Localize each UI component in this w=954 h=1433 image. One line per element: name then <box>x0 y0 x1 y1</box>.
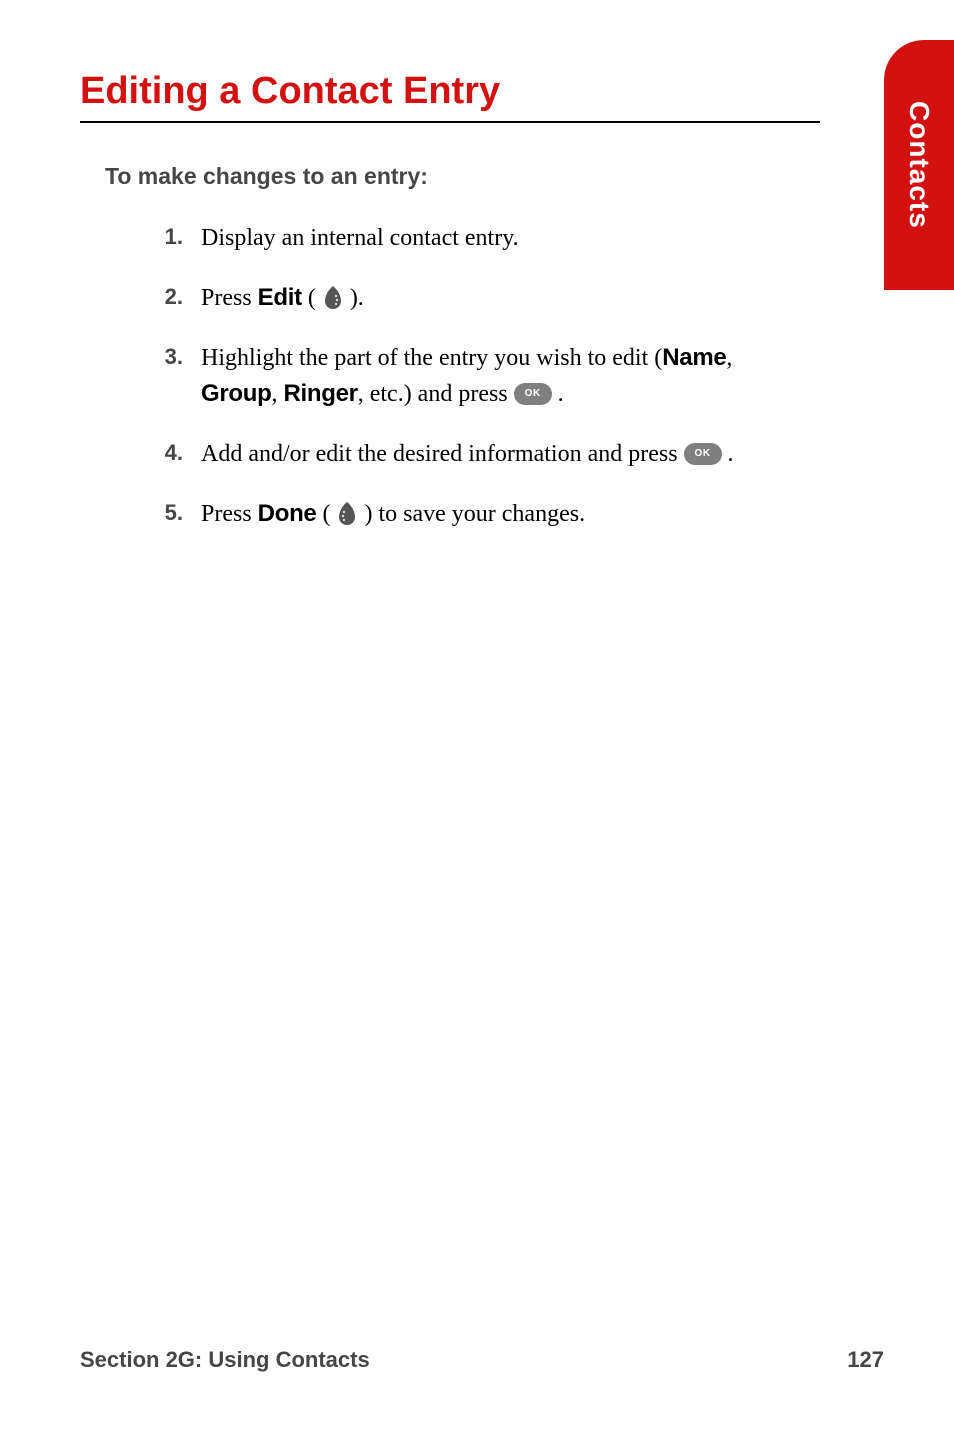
subheading: To make changes to an entry: <box>105 163 884 190</box>
heading-rule <box>80 121 820 123</box>
step-text: ( <box>316 501 336 527</box>
page-heading: Editing a Contact Entry <box>80 70 884 113</box>
step-number: 5. <box>145 496 183 529</box>
step-number: 4. <box>145 436 183 469</box>
step-text: Press <box>201 285 258 311</box>
step-text: Add and/or edit the desired information … <box>201 441 684 467</box>
step: 2. Press Edit ( ). <box>145 280 884 316</box>
step-number: 2. <box>145 280 183 313</box>
page-footer: Section 2G: Using Contacts 127 <box>80 1347 884 1373</box>
step-body: Add and/or edit the desired information … <box>201 436 734 472</box>
side-tab: Contacts <box>884 40 954 290</box>
footer-section: Section 2G: Using Contacts <box>80 1347 370 1373</box>
step-body: Press Done ( ) to save your changes. <box>201 496 585 532</box>
step: 3. Highlight the part of the entry you wi… <box>145 340 884 412</box>
softkey-right-icon <box>322 284 344 310</box>
bold-label: Ringer <box>284 380 358 407</box>
step: 1. Display an internal contact entry. <box>145 220 884 256</box>
bold-label: Edit <box>258 284 302 311</box>
step-body: Display an internal contact entry. <box>201 220 519 256</box>
ok-button-icon <box>514 383 552 405</box>
bold-label: Done <box>258 500 317 527</box>
step-text: , <box>272 381 284 407</box>
step-text: Highlight the part of the entry you wish… <box>201 345 662 371</box>
step: 4. Add and/or edit the desired informatio… <box>145 436 884 472</box>
ok-button-icon <box>684 443 722 465</box>
step-text: Display an internal contact entry. <box>201 225 519 251</box>
step-body: Highlight the part of the entry you wish… <box>201 340 781 412</box>
softkey-left-icon <box>336 500 358 526</box>
steps-list: 1. Display an internal contact entry. 2. Pr… <box>145 220 884 532</box>
step-text: ( <box>302 285 322 311</box>
step-text: ) to save your changes. <box>358 501 585 527</box>
step-body: Press Edit ( ). <box>201 280 364 316</box>
step-text: , <box>726 345 732 371</box>
bold-label: Group <box>201 380 272 407</box>
step-text: . <box>722 441 734 467</box>
step-text: . <box>552 381 564 407</box>
step-text: ). <box>344 285 364 311</box>
step: 5. Press Done ( ) to save your changes. <box>145 496 884 532</box>
step-number: 3. <box>145 340 183 373</box>
step-text: , etc.) and press <box>358 381 514 407</box>
step-number: 1. <box>145 220 183 253</box>
footer-page-number: 127 <box>847 1347 884 1373</box>
bold-label: Name <box>662 344 726 371</box>
step-text: Press <box>201 501 258 527</box>
side-tab-label: Contacts <box>903 101 935 229</box>
